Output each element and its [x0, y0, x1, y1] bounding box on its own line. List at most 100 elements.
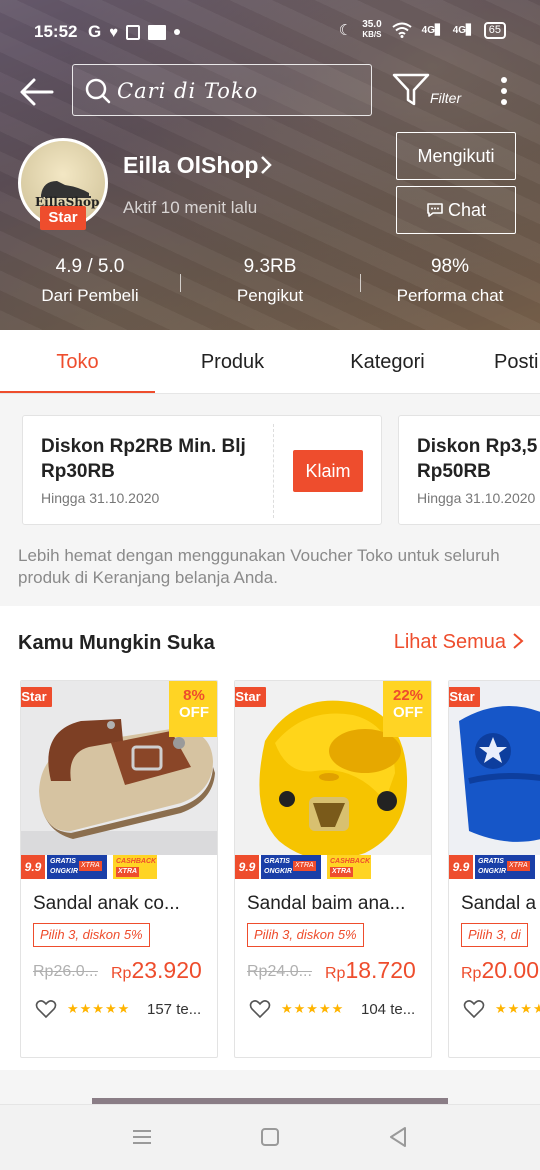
chat-button[interactable]: Chat	[396, 186, 516, 234]
badge-99: 9.9	[21, 855, 45, 879]
star-badge: Star	[449, 687, 480, 707]
sold-count: 104 te...	[361, 1001, 416, 1018]
voucher-section: Diskon Rp2RB Min. Blj Rp30RB Hingga 31.1…	[0, 395, 540, 605]
product-image: Star 8% OFF 9.9 GRATIS ONGKIR XTRA CASHBA…	[21, 681, 217, 879]
voucher-validity: Hingga 31.10.2020	[417, 490, 536, 506]
system-nav-bar	[0, 1104, 540, 1170]
star-badge: Star	[235, 687, 266, 707]
search-placeholder: Cari di Toko	[117, 79, 259, 103]
heart-icon[interactable]	[249, 999, 271, 1019]
shop-tabs: Toko Produk Kategori Posti	[0, 330, 540, 394]
rating-stars: ★★★★★	[67, 1001, 131, 1016]
star-badge: Star	[21, 687, 52, 707]
discount-badge: 22% OFF	[383, 681, 431, 737]
product-card[interactable]: Star 9.9 GRATIS ONGKIR XTRA Sandal a Pili…	[448, 680, 540, 1058]
stat-followers: 9.3RB Pengikut	[236, 256, 304, 305]
stat-chat-performance: 98% Performa chat	[396, 256, 504, 305]
back-icon[interactable]	[386, 1125, 410, 1149]
product-image: Star 22% OFF 9.9 GRATIS ONGKIR XTRA CASHB…	[235, 681, 431, 879]
shop-page: 15:52 G ♥ ☾ 35.0 KB/S 4G▋ 4G▋ 65 Cari di…	[0, 0, 540, 1170]
voucher-title: Diskon Rp3,5 Blj Rp50RB	[417, 436, 540, 482]
home-icon[interactable]	[258, 1125, 282, 1149]
network-speed: 35.0 KB/S	[362, 19, 382, 40]
product-card[interactable]: Star 8% OFF 9.9 GRATIS ONGKIR XTRA CASHBA…	[20, 680, 218, 1058]
shopping-bag-icon	[126, 24, 141, 40]
status-bar: 15:52 G ♥ ☾ 35.0 KB/S 4G▋ 4G▋ 65	[0, 18, 540, 48]
voucher-card[interactable]: Diskon Rp2RB Min. Blj Rp30RB Hingga 31.1…	[22, 415, 382, 525]
battery-icon: 65	[483, 21, 506, 39]
voucher-note: Lebih hemat dengan menggunakan Voucher T…	[18, 546, 500, 587]
claim-voucher-button[interactable]: Klaim	[293, 450, 363, 492]
status-time: 15:52	[34, 22, 78, 41]
heart-icon: ♥	[109, 23, 119, 41]
search-input[interactable]: Cari di Toko	[72, 64, 372, 116]
bundle-promo-tag: Pilih 3, diskon 5%	[33, 923, 150, 947]
badge-99: 9.9	[235, 855, 259, 879]
promo-labels: 9.9 GRATIS ONGKIR XTRA	[449, 855, 540, 879]
product-name: Sandal baim ana...	[247, 893, 406, 914]
dot-icon	[174, 29, 181, 35]
shop-stats: 4.9 / 5.0 Dari Pembeli 9.3RB Pengikut 98…	[0, 256, 540, 316]
cashback-badge: CASHBACK XTRA	[327, 855, 371, 879]
shop-name[interactable]: Eilla OlShop	[123, 152, 258, 179]
active-tab-indicator	[0, 391, 155, 393]
voucher-card[interactable]: Diskon Rp3,5 Blj Rp50RB Hingga 31.10.202…	[398, 415, 540, 525]
chat-icon	[427, 203, 443, 217]
moon-icon: ☾	[338, 22, 353, 39]
discount-badge: 8% OFF	[169, 681, 217, 737]
product-image: Star 9.9 GRATIS ONGKIR XTRA	[449, 681, 540, 879]
recommendations-section: Kamu Mungkin Suka Lihat Semua Star 8% OF…	[0, 606, 540, 1070]
heart-icon[interactable]	[35, 999, 57, 1019]
badge-99: 9.9	[449, 855, 473, 879]
product-name: Sandal anak co...	[33, 893, 180, 914]
shop-header: 15:52 G ♥ ☾ 35.0 KB/S 4G▋ 4G▋ 65 Cari di…	[0, 0, 540, 330]
voucher-validity: Hingga 31.10.2020	[41, 490, 160, 506]
product-card[interactable]: Star 22% OFF 9.9 GRATIS ONGKIR XTRA CASHB…	[234, 680, 432, 1058]
bundle-promo-tag: Pilih 3, di	[461, 923, 528, 947]
signal-icon: 4G▋	[421, 24, 443, 36]
blue-sandal-image	[449, 681, 540, 879]
tab-kategori[interactable]: Kategori	[310, 330, 465, 393]
original-price: Rp26.0...	[33, 963, 98, 980]
voucher-title: Diskon Rp2RB Min. Blj Rp30RB	[41, 436, 246, 482]
star-badge: Star	[40, 206, 86, 230]
filter-icon	[392, 73, 430, 106]
sold-count: 157 te...	[147, 1001, 202, 1018]
product-price: Rp23.920	[111, 957, 202, 983]
bundle-promo-tag: Pilih 3, diskon 5%	[247, 923, 364, 947]
product-price: Rp20.00	[461, 957, 540, 983]
rating-stars: ★★★★★	[495, 1001, 540, 1016]
xtra-badge: XTRA	[293, 861, 316, 871]
original-price: Rp24.0...	[247, 963, 312, 980]
wifi-icon	[392, 22, 412, 38]
cashback-badge: CASHBACK XTRA	[113, 855, 157, 879]
tab-toko[interactable]: Toko	[0, 330, 155, 393]
tab-produk[interactable]: Produk	[155, 330, 310, 393]
xtra-badge: XTRA	[79, 861, 102, 871]
product-price: Rp18.720	[325, 957, 416, 983]
google-icon: G	[88, 22, 102, 41]
filter-button[interactable]: Filter	[392, 72, 472, 112]
section-title: Kamu Mungkin Suka	[18, 632, 215, 654]
chevron-right-icon	[513, 633, 524, 649]
search-icon	[85, 78, 111, 104]
chevron-right-icon[interactable]	[258, 154, 274, 176]
stat-rating: 4.9 / 5.0 Dari Pembeli	[41, 256, 139, 305]
follow-button[interactable]: Mengikuti	[396, 132, 516, 180]
tab-postingan[interactable]: Posti	[480, 330, 540, 393]
product-name: Sandal a	[461, 893, 537, 914]
chat-label: Chat	[447, 200, 487, 220]
filter-label: Filter	[430, 90, 462, 106]
menu-icon[interactable]	[130, 1125, 154, 1149]
shopee-icon	[148, 24, 167, 40]
shop-status: Aktif 10 menit lalu	[123, 198, 258, 217]
rating-stars: ★★★★★	[281, 1001, 345, 1016]
back-arrow-icon[interactable]	[18, 72, 58, 112]
signal-icon: 4G▋	[452, 24, 474, 36]
heart-icon[interactable]	[463, 999, 485, 1019]
promo-labels: 9.9 GRATIS ONGKIR XTRA CASHBACK XTRA	[21, 855, 217, 879]
more-options-icon[interactable]	[494, 72, 514, 112]
see-all-link[interactable]: Lihat Semua	[394, 631, 524, 654]
promo-labels: 9.9 GRATIS ONGKIR XTRA CASHBACK XTRA	[235, 855, 431, 879]
xtra-badge: XTRA	[507, 861, 530, 871]
